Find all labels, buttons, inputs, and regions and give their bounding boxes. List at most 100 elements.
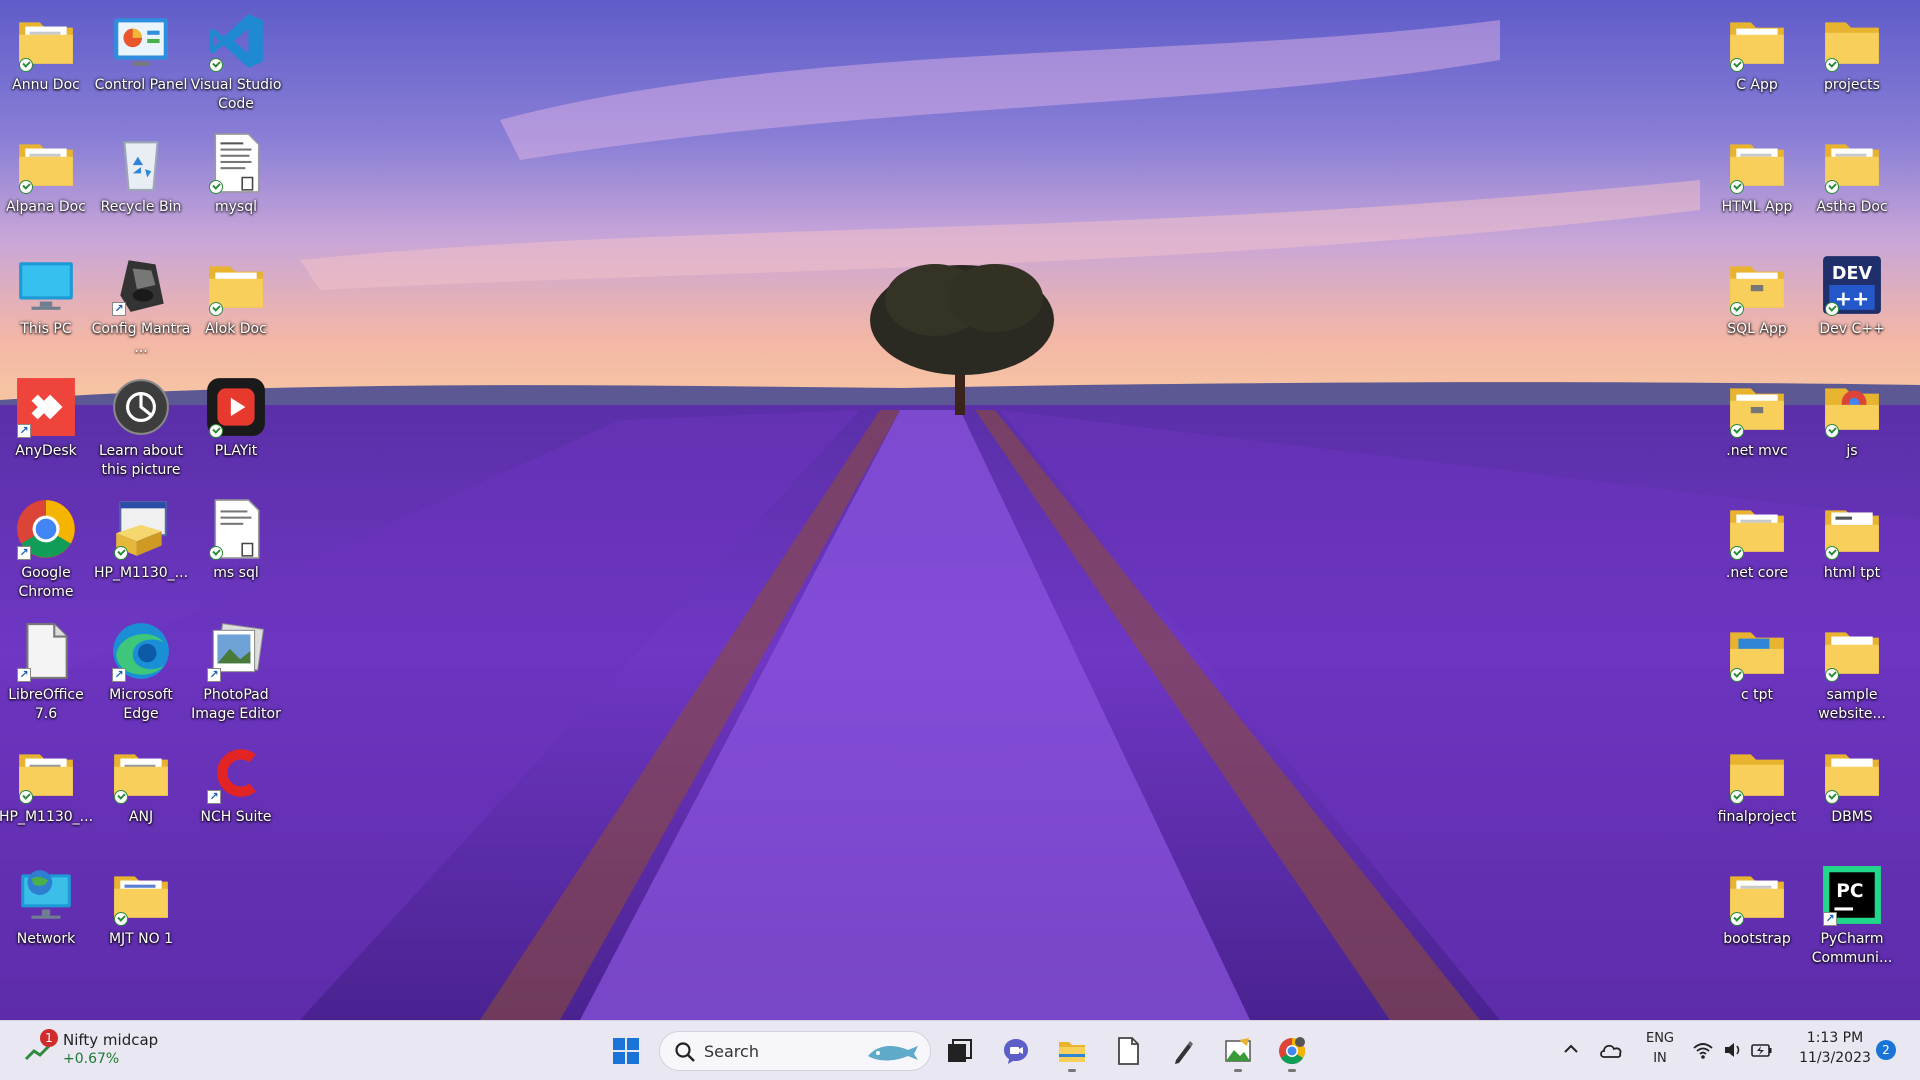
folder-docs-icon [1821,620,1883,682]
desktop-icon-c-app[interactable]: C App [1711,0,1803,118]
folder-icon [1726,254,1788,316]
desktop-icon-network[interactable]: Network [0,854,92,972]
desktop-icon-sql-app[interactable]: SQL App [1711,244,1803,362]
desktop-icon-anydesk[interactable]: ↗ AnyDesk [0,366,92,484]
desktop-icon-hp-m1130-folder[interactable]: HP_M1130_... [0,732,93,850]
clock[interactable]: 1:13 PM 11/3/2023 [1790,1030,1880,1072]
quick-settings-button[interactable] [1692,1037,1778,1063]
desktop-icon-label: Alok Doc [205,321,267,337]
shortcut-arrow-icon: ↗ [17,668,31,682]
photo-app-button[interactable] [1216,1029,1260,1073]
show-hidden-icons-button[interactable] [1562,1039,1580,1059]
notepad-button[interactable] [1106,1029,1150,1073]
desktop-icon-js[interactable]: js [1806,366,1898,484]
desktop-icon-hp-m1130-installer[interactable]: HP_M1130_... [94,488,188,606]
desktop: Annu Doc Control Panel Visual Studio Cod… [0,0,1920,1020]
desktop-icon-google-chrome[interactable]: ↗ Google Chrome [0,488,92,606]
language-indicator[interactable]: ENG IN [1640,1031,1680,1071]
desktop-icon-net-mvc[interactable]: .net mvc [1711,366,1803,484]
desktop-icon-alok-doc[interactable]: Alok Doc [190,244,282,362]
chrome-icon: ↗ [15,498,77,560]
desktop-icon-label: projects [1824,77,1880,93]
desktop-icon-net-core[interactable]: .net core [1711,488,1803,606]
desktop-icon-label: Config Mantra ... [91,321,191,356]
folder-docs-icon [1821,132,1883,194]
sync-status-icon [209,302,223,316]
desktop-icon-label: .net mvc [1726,443,1788,459]
desktop-icon-microsoft-edge[interactable]: ↗ Microsoft Edge [95,610,187,728]
desktop-icon-finalproject[interactable]: finalproject [1711,732,1803,850]
search-box[interactable]: Search [659,1031,931,1071]
chrome-icon [1279,1037,1306,1065]
search-highlight-illustration-icon [868,1046,918,1061]
desktop-icon-recycle-bin[interactable]: Recycle Bin [95,122,187,240]
folder-docs-icon [1821,498,1883,560]
desktop-icon-html-tpt[interactable]: html tpt [1806,488,1898,606]
desktop-icon-control-panel[interactable]: Control Panel [95,0,187,118]
photo-app-icon [1225,1038,1251,1062]
sync-status-icon [1730,180,1744,194]
libreoffice-icon: ↗ [15,620,77,682]
desktop-icon-learn-about-this-picture[interactable]: Learn about this picture [95,366,187,484]
task-view-button[interactable] [937,1029,981,1073]
sync-status-icon [1825,668,1839,682]
desktop-icon-alpana-doc[interactable]: Alpana Doc [0,122,92,240]
desktop-icon-label: Network [16,931,76,947]
shortcut-arrow-icon: ↗ [17,424,31,438]
playit-icon [205,376,267,438]
sync-status-icon [209,424,223,438]
desktop-icon-html-app[interactable]: HTML App [1711,122,1803,240]
stock-widget[interactable]: 1 Nifty midcap +0.67% [20,1029,180,1073]
desktop-icon-sample-website[interactable]: sample website... [1806,610,1898,728]
desktop-icon-label: C App [1736,77,1778,93]
chrome-button[interactable] [1270,1029,1314,1073]
nch-icon: ↗ [205,742,267,804]
desktop-icon-anj[interactable]: ANJ [95,732,187,850]
pen-tool-button[interactable] [1161,1029,1205,1073]
desktop-icon-astha-doc[interactable]: Astha Doc [1806,122,1898,240]
desktop-icon-this-pc[interactable]: This PC [0,244,92,362]
desktop-icon-label: Annu Doc [12,77,80,93]
svg-text:++: ++ [1835,287,1870,311]
notification-badge: 1 [40,1029,58,1047]
pen-icon [1175,1041,1193,1064]
widget-change: +0.67% [63,1051,120,1067]
devcpp-icon: DEV ++ [1821,254,1883,316]
desktop-icon-mjt-no-1[interactable]: MJT NO 1 [95,854,187,972]
onedrive-button[interactable] [1598,1039,1624,1061]
desktop-icon-photopad[interactable]: ↗ PhotoPad Image Editor [190,610,282,728]
start-button[interactable] [604,1029,648,1073]
desktop-icon-label: finalproject [1717,809,1797,825]
volume-icon [1725,1043,1740,1057]
desktop-icon-bootstrap[interactable]: bootstrap [1711,854,1803,972]
desktop-icon-dev-cpp[interactable]: DEV ++ Dev C++ [1806,244,1898,362]
config-mantra-icon: ↗ [110,254,172,316]
file-explorer-button[interactable] [1050,1029,1094,1073]
desktop-icon-playit[interactable]: PLAYit [190,366,282,484]
anydesk-icon: ↗ [15,376,77,438]
desktop-icon-pycharm[interactable]: PC ↗ PyCharm Communi... [1806,854,1898,972]
desktop-icon-label: This PC [20,321,72,337]
desktop-icon-nch-suite[interactable]: ↗ NCH Suite [190,732,282,850]
desktop-icon-mysql[interactable]: mysql [190,122,282,240]
region-code: IN [1653,1051,1667,1066]
folder-docs-icon [15,132,77,194]
shortcut-arrow-icon: ↗ [112,302,126,316]
teams-chat-button[interactable] [994,1029,1038,1073]
desktop-icon-libreoffice[interactable]: ↗ LibreOffice 7.6 [0,610,92,728]
desktop-icon-visual-studio-code[interactable]: Visual Studio Code [190,0,282,118]
notification-center-button[interactable]: 2 [1876,1040,1896,1060]
desktop-icon-config-mantra[interactable]: ↗ Config Mantra ... [92,244,190,362]
desktop-icon-ms-sql[interactable]: ms sql [190,488,282,606]
desktop-icon-annu-doc[interactable]: Annu Doc [0,0,92,118]
clock-date: 11/3/2023 [1799,1050,1871,1066]
task-view-icon [948,1039,972,1062]
desktop-icon-c-tpt[interactable]: c tpt [1711,610,1803,728]
desktop-icon-label: .net core [1725,565,1789,581]
battery-charging-icon [1751,1044,1772,1057]
desktop-icon-label: Learn about this picture [99,443,183,478]
desktop-icon-projects[interactable]: projects [1806,0,1898,118]
folder-icon [1821,10,1883,72]
desktop-icon-dbms[interactable]: DBMS [1806,732,1898,850]
sync-status-icon [1730,912,1744,926]
